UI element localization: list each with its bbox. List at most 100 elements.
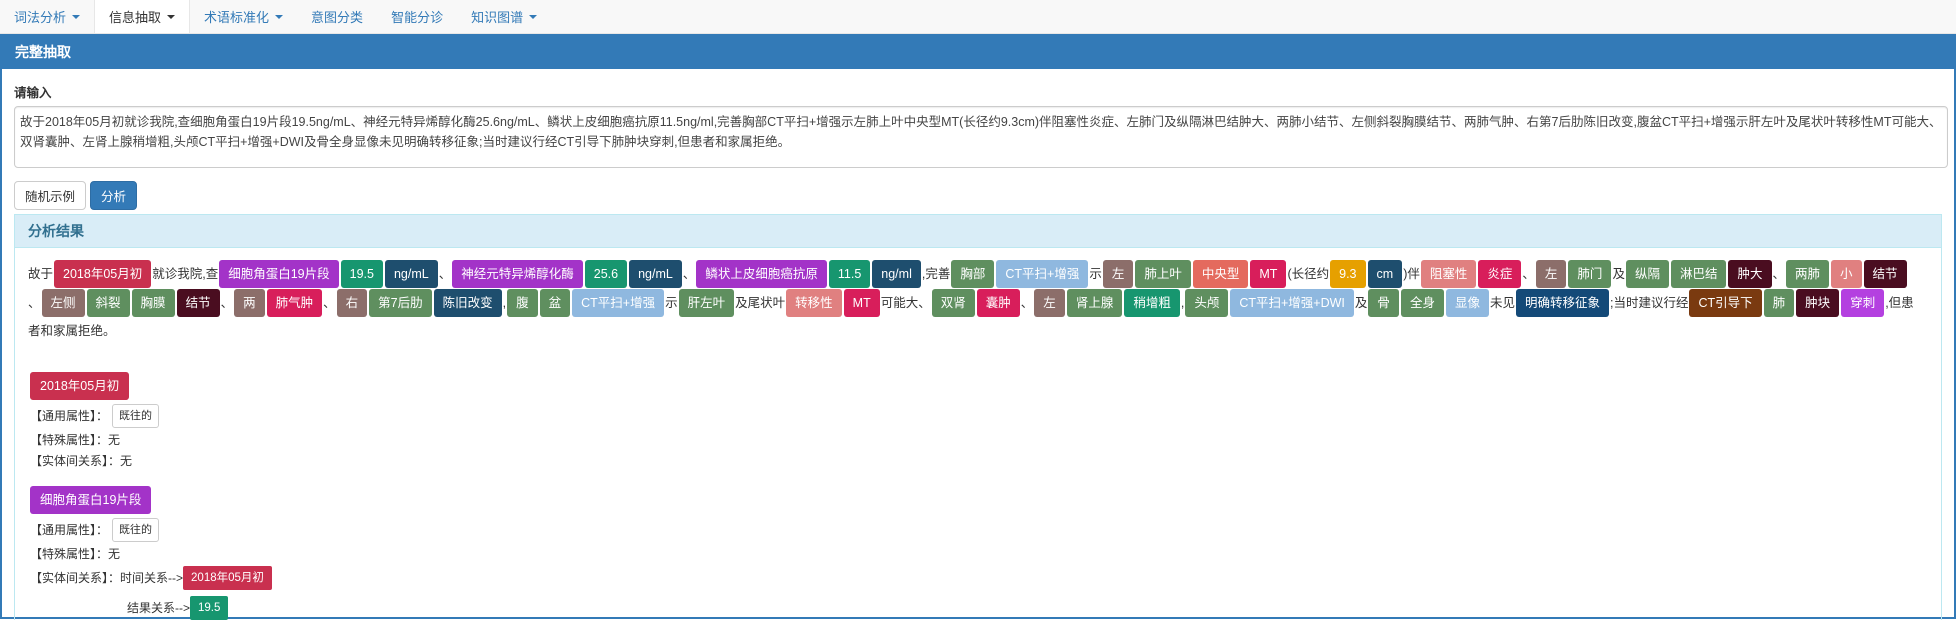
entity-tag[interactable]: 细胞角蛋白19片段 bbox=[219, 260, 339, 288]
entity-tag[interactable]: 转移性 bbox=[786, 288, 842, 317]
entity-tag[interactable]: 囊肿 bbox=[976, 288, 1020, 317]
analyze-button[interactable]: 分析 bbox=[90, 181, 138, 210]
nav-item-0[interactable]: 词法分析 bbox=[0, 0, 94, 33]
entity-tag[interactable]: 两 bbox=[234, 288, 265, 317]
entity-tag[interactable]: ng/ml bbox=[872, 260, 921, 288]
plain-text: 及 bbox=[1612, 267, 1625, 281]
plain-text: , bbox=[1180, 295, 1185, 310]
entity-tag[interactable]: 胸部 bbox=[951, 260, 995, 288]
entity-tag[interactable]: CT平扫+增强 bbox=[996, 260, 1089, 288]
entity-card: 2018年05月初 【通用属性】： 既往的 【特殊属性】：无【实体间关系】：无 bbox=[30, 371, 1941, 470]
entity-tag[interactable]: 显像 bbox=[1445, 288, 1489, 317]
entity-tag[interactable]: 胸膜 bbox=[131, 288, 175, 317]
relation-type: 时间关系--> bbox=[120, 570, 184, 585]
relation-target[interactable]: 2018年05月初 bbox=[183, 565, 272, 590]
panel-title: 完整抽取 bbox=[2, 34, 1954, 69]
random-example-button[interactable]: 随机示例 bbox=[14, 181, 87, 210]
nav-item-5[interactable]: 知识图谱 bbox=[457, 0, 551, 33]
entity-tag[interactable]: 右 bbox=[336, 288, 368, 317]
entity-tag[interactable]: 稍增粗 bbox=[1124, 288, 1180, 317]
entity-tag[interactable]: 结节 bbox=[1863, 260, 1907, 288]
general-attr-value: 既往的 bbox=[112, 403, 160, 428]
plain-text: )伴 bbox=[1403, 267, 1420, 281]
entity-tag[interactable]: 肺门 bbox=[1568, 260, 1612, 288]
general-attr-value: 既往的 bbox=[112, 517, 160, 542]
entity-tag[interactable]: 左侧 bbox=[41, 288, 85, 317]
entity-tag[interactable]: 左 bbox=[1535, 260, 1567, 288]
entity-tag[interactable]: 神经元特异烯醇化酶 bbox=[452, 260, 583, 288]
entity-tag[interactable]: 9.3 bbox=[1330, 260, 1366, 288]
plain-text: 、 bbox=[1772, 267, 1786, 281]
entity-tag[interactable]: 头颅 bbox=[1185, 288, 1229, 317]
nav-label: 术语标准化 bbox=[204, 10, 270, 25]
input-textarea[interactable]: 故于2018年05月初就诊我院,查细胞角蛋白19片段19.5ng/mL、神经元特… bbox=[14, 106, 1948, 168]
input-label: 请输入 bbox=[14, 86, 52, 100]
entity-tag[interactable]: MT bbox=[1250, 260, 1287, 288]
entity-tag[interactable]: 肿大 bbox=[1728, 260, 1772, 288]
entity-tag[interactable]: 阻塞性 bbox=[1420, 260, 1477, 288]
entity-tag[interactable]: 肺 bbox=[1763, 288, 1795, 317]
entity-tag[interactable]: cm bbox=[1367, 260, 1403, 288]
relation-value: 无 bbox=[120, 453, 133, 468]
entity-tag[interactable]: 鳞状上皮细胞癌抗原 bbox=[696, 260, 827, 288]
plain-text: 示 bbox=[1089, 267, 1102, 281]
plain-text: 及尾状叶 bbox=[735, 295, 786, 310]
plain-text: , bbox=[502, 295, 507, 310]
relation-target[interactable]: 19.5 bbox=[190, 595, 229, 620]
top-nav: 词法分析 信息抽取 术语标准化 意图分类 智能分诊 知识图谱 bbox=[0, 0, 1956, 34]
entity-tag[interactable]: 双肾 bbox=[931, 288, 975, 317]
entity-tag[interactable]: 全身 bbox=[1400, 288, 1444, 317]
extraction-panel: 完整抽取 请输入 故于2018年05月初就诊我院,查细胞角蛋白19片段19.5n… bbox=[0, 34, 1956, 620]
entity-tag[interactable]: 斜裂 bbox=[86, 288, 130, 317]
entity-tag[interactable]: 淋巴结 bbox=[1670, 260, 1727, 288]
nav-label: 词法分析 bbox=[14, 10, 67, 25]
nav-label: 智能分诊 bbox=[391, 10, 444, 25]
nav-item-1[interactable]: 信息抽取 bbox=[94, 0, 191, 33]
entity-tag[interactable]: ng/mL bbox=[384, 260, 438, 288]
entity-tag[interactable]: 肿块 bbox=[1796, 288, 1840, 317]
entity-tag[interactable]: CT平扫+增强+DWI bbox=[1230, 288, 1354, 317]
entity-tag[interactable]: 骨 bbox=[1368, 288, 1399, 317]
entity-tag[interactable]: 明确转移征象 bbox=[1515, 288, 1609, 317]
entity-tag[interactable]: 小 bbox=[1831, 260, 1862, 288]
entity-tag[interactable]: 结节 bbox=[176, 288, 220, 317]
plain-text: (长径约 bbox=[1287, 267, 1330, 281]
nav-item-2[interactable]: 术语标准化 bbox=[190, 0, 297, 33]
result-title: 分析结果 bbox=[15, 215, 1941, 248]
entity-tag[interactable]: 2018年05月初 bbox=[54, 260, 152, 288]
entity-name[interactable]: 细胞角蛋白19片段 bbox=[30, 485, 152, 514]
caret-down-icon bbox=[529, 14, 538, 19]
entity-tag[interactable]: 两肺 bbox=[1786, 260, 1830, 288]
relation-label: 【实体间关系】： bbox=[30, 570, 121, 585]
entity-tag[interactable]: CT平扫+增强 bbox=[572, 288, 665, 317]
entity-tag[interactable]: 25.6 bbox=[584, 260, 628, 288]
entity-tag[interactable]: ng/mL bbox=[629, 260, 682, 288]
plain-text: 、 bbox=[438, 267, 452, 281]
entity-tag[interactable]: 炎症 bbox=[1478, 260, 1522, 288]
plain-text: 及 bbox=[1354, 295, 1368, 310]
entity-tag[interactable]: 第7后肋 bbox=[369, 288, 432, 317]
entity-tag[interactable]: 陈旧改变 bbox=[433, 288, 502, 317]
caret-down-icon bbox=[72, 14, 81, 19]
entity-tag[interactable]: MT bbox=[843, 288, 880, 317]
nav-item-3[interactable]: 意图分类 bbox=[297, 0, 377, 33]
entity-tag[interactable]: 11.5 bbox=[828, 260, 871, 288]
entity-tag[interactable]: 左 bbox=[1102, 260, 1134, 288]
entity-tag[interactable]: CT引导下 bbox=[1689, 288, 1762, 317]
entity-tag[interactable]: 肝左叶 bbox=[678, 288, 735, 317]
entity-tag[interactable]: 肺气肿 bbox=[266, 288, 323, 317]
general-attr-label: 【通用属性】： bbox=[30, 522, 109, 537]
entity-tag[interactable]: 19.5 bbox=[340, 260, 383, 288]
entity-tag[interactable]: 肾上腺 bbox=[1066, 288, 1123, 317]
entity-tag[interactable]: 腹 bbox=[507, 288, 538, 317]
entity-name[interactable]: 2018年05月初 bbox=[30, 371, 130, 400]
entity-tag[interactable]: 盆 bbox=[539, 288, 571, 317]
entity-tag[interactable]: 左 bbox=[1034, 288, 1065, 317]
entity-tag[interactable]: 中央型 bbox=[1192, 260, 1249, 288]
nav-item-4[interactable]: 智能分诊 bbox=[377, 0, 457, 33]
plain-text: 、 bbox=[682, 267, 696, 281]
plain-text: 、 bbox=[28, 295, 41, 310]
entity-tag[interactable]: 纵隔 bbox=[1625, 260, 1669, 288]
entity-tag[interactable]: 穿刺 bbox=[1841, 288, 1885, 317]
entity-tag[interactable]: 肺上叶 bbox=[1135, 260, 1191, 288]
